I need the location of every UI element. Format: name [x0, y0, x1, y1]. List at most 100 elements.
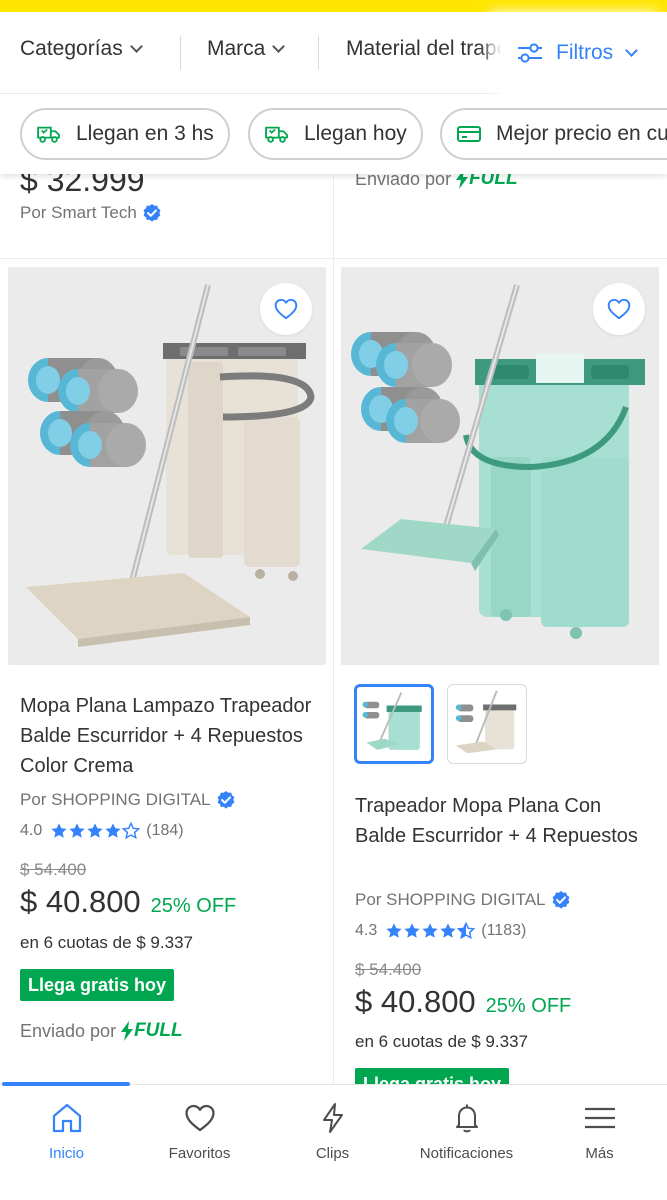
product-title[interactable]: Trapeador Mopa Plana Con Balde Escurrido… [355, 791, 655, 851]
review-count: (184) [146, 822, 184, 839]
free-shipping-badge: Llega gratis hoy [20, 969, 175, 1001]
cream-bucket-thumbnail [455, 690, 517, 754]
brand-filter-label: Marca [207, 37, 266, 60]
chevron-down-icon [129, 39, 143, 53]
rating-stars [385, 922, 475, 940]
star-icon [68, 822, 86, 840]
review-count: (1183) [481, 922, 527, 939]
star-icon [86, 822, 104, 840]
full-label: FULL [134, 1020, 183, 1041]
price-row: $ 40.800 25% OFF [355, 984, 571, 1020]
shipped-by-label: Enviado por [20, 1020, 117, 1041]
favorite-button[interactable] [593, 283, 645, 335]
material-filter[interactable]: Material del trapeador [346, 37, 506, 61]
shipped-by-label: Enviado por [355, 174, 452, 189]
prev-product-shipped: Enviado por FULL [355, 174, 518, 190]
chip-llegan-hoy[interactable]: Llegan hoy [248, 108, 423, 160]
discount-label: 25% OFF [485, 995, 572, 1017]
star-icon [439, 922, 457, 940]
current-price: $ 40.800 [355, 984, 476, 1019]
bell-icon [455, 1104, 478, 1133]
seller-name: Por SHOPPING DIGITAL [20, 790, 211, 809]
installments-text: en 6 cuotas de $ 9.337 [355, 1032, 528, 1051]
chip-mejor-precio[interactable]: Mejor precio en cuotas [440, 108, 667, 160]
nav-clips[interactable]: Clips [266, 1101, 399, 1162]
product-seller: Por SHOPPING DIGITAL [355, 890, 571, 910]
seller-name: Por Smart Tech [20, 203, 137, 222]
star-icon [50, 822, 68, 840]
chevron-down-icon [272, 39, 286, 53]
menu-icon [584, 1107, 615, 1129]
column-divider [333, 174, 334, 1084]
card-icon [456, 124, 482, 144]
heart-icon [273, 296, 299, 322]
shipped-by-full: Enviado por FULL [20, 1020, 183, 1042]
nav-label: Notificaciones [419, 1145, 514, 1162]
chip-llegan-3hs[interactable]: Llegan en 3 hs [20, 108, 230, 160]
star-icon [403, 922, 421, 940]
product-grid: $ 32.999 Por Smart Tech Enviado por FULL [0, 174, 667, 1084]
verified-check-icon [551, 890, 571, 910]
favorite-button[interactable] [260, 283, 312, 335]
green-bucket-thumbnail [362, 692, 422, 750]
verified-check-icon [142, 203, 162, 223]
brand-top-bar [0, 0, 667, 12]
chip-label: Llegan en 3 hs [76, 122, 214, 145]
free-shipping-badge: Llega gratis hoy [355, 1068, 510, 1084]
home-icon [52, 1103, 81, 1133]
price-row: $ 40.800 25% OFF [20, 884, 236, 920]
star-icon [421, 922, 439, 940]
full-logo: FULL [120, 1020, 183, 1042]
material-filter-label: Material del trapeador [346, 37, 506, 60]
current-price: $ 40.800 [20, 884, 141, 919]
variant-thumbnail-cream[interactable] [447, 684, 527, 764]
bottom-navigation: Inicio Favoritos Clips Notificaciones Má… [0, 1082, 667, 1200]
star-icon [104, 822, 122, 840]
verified-check-icon [216, 790, 236, 810]
categories-filter[interactable]: Categorías [20, 37, 143, 61]
product-title[interactable]: Mopa Plana Lampazo Trapeador Balde Escur… [20, 691, 320, 781]
chip-label: Llegan hoy [304, 122, 407, 145]
filters-label: Filtros [556, 41, 614, 64]
nav-label: Más [585, 1145, 614, 1162]
bolt-icon [120, 1021, 134, 1041]
chip-label: Mejor precio en cuotas [496, 122, 667, 145]
rating-value: 4.0 [20, 822, 43, 839]
prev-product-price: $ 32.999 [20, 174, 145, 198]
product-image[interactable] [8, 267, 326, 665]
clips-icon [322, 1103, 343, 1133]
sliders-icon [518, 43, 542, 63]
nav-label: Clips [315, 1145, 350, 1162]
nav-favoritos[interactable]: Favoritos [133, 1101, 266, 1162]
star-empty-icon [122, 822, 140, 840]
nav-label: Favoritos [168, 1145, 231, 1162]
original-price: $ 54.400 [355, 960, 422, 979]
prev-product-seller: Por Smart Tech [20, 203, 162, 223]
filter-divider [180, 36, 181, 70]
star-half-icon [457, 922, 475, 940]
product-rating: 4.0 (184) [20, 822, 184, 840]
nav-mas[interactable]: Más [533, 1101, 666, 1162]
variant-thumbnail-green[interactable] [354, 684, 434, 764]
bolt-icon [455, 174, 469, 189]
filter-bar: Categorías Marca Material del trapeador … [0, 12, 667, 94]
categories-filter-label: Categorías [20, 37, 123, 60]
truck-icon [264, 124, 290, 144]
filters-button[interactable]: Filtros [500, 12, 667, 94]
original-price: $ 54.400 [20, 860, 87, 879]
rating-value: 4.3 [355, 922, 378, 939]
discount-label: 25% OFF [150, 895, 237, 917]
heart-icon [184, 1104, 215, 1132]
full-logo: FULL [455, 174, 518, 190]
star-icon [385, 922, 403, 940]
product-image[interactable] [341, 267, 659, 665]
filter-divider [318, 36, 319, 70]
seller-name: Por SHOPPING DIGITAL [355, 890, 546, 909]
brand-filter[interactable]: Marca [207, 37, 286, 61]
product-seller: Por SHOPPING DIGITAL [20, 790, 236, 810]
active-tab-indicator [2, 1082, 130, 1086]
nav-notificaciones[interactable]: Notificaciones [400, 1101, 533, 1162]
product-rating: 4.3 (1183) [355, 922, 526, 940]
nav-inicio[interactable]: Inicio [0, 1101, 133, 1162]
chevron-down-icon [625, 43, 639, 57]
